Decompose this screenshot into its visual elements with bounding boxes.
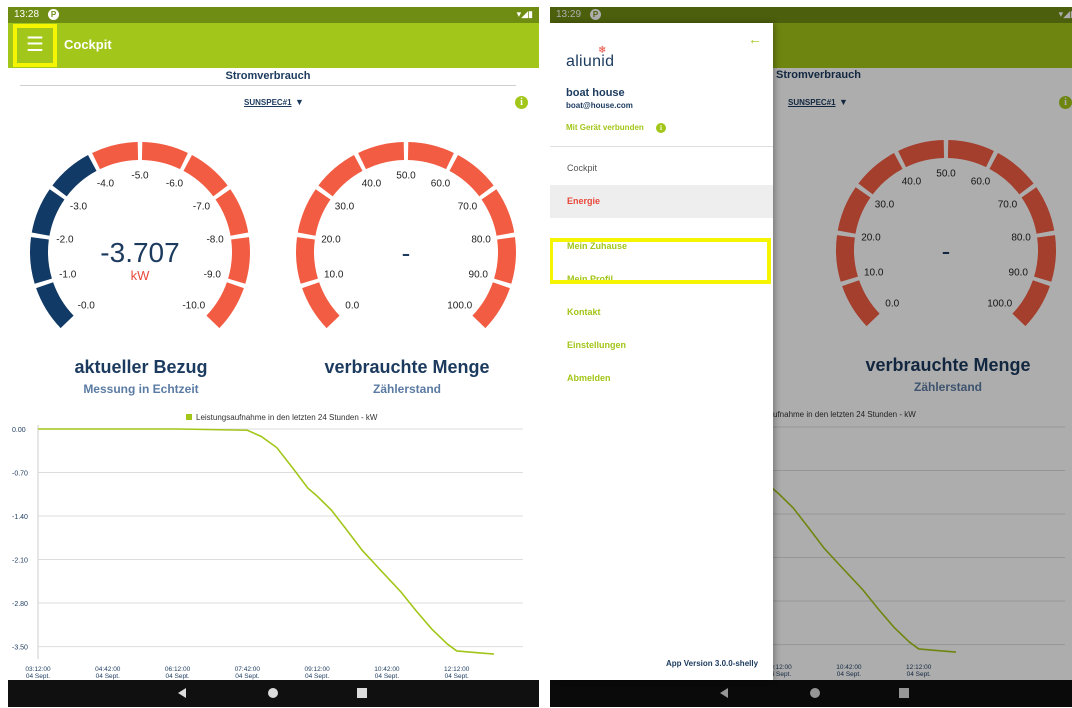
gauge-segment <box>297 189 331 236</box>
current-power-gauge: -0.0 -1.0 -2.0 -3.0 -4.0 -5.0 -6.0 -7.0 -8.0 -9.0… <box>20 132 270 352</box>
gauge-segment <box>31 189 65 236</box>
gauge-tick-label: 0.0 <box>345 300 360 312</box>
gauge-unit: kW <box>130 268 150 283</box>
x-tick-time: 09:12:00 <box>304 666 330 673</box>
gauge-title: aktueller Bezug <box>74 357 208 377</box>
x-tick-date: 04 Sept. <box>96 673 120 680</box>
menu-item-abmelden[interactable]: Abmelden <box>550 362 773 395</box>
gauge-segment <box>141 142 188 170</box>
x-tick-time: 04:42:00 <box>95 666 121 673</box>
menu-item-energie[interactable]: Energie <box>550 185 773 218</box>
gauge-segment <box>302 282 340 329</box>
notification-icon: P <box>48 9 59 20</box>
power-chart: 0.00-0.70-1.40-2.10-2.80-3.5003:12:0004 … <box>12 425 523 680</box>
gauge-segment <box>183 155 228 197</box>
aliunid-logo: aliunid <box>566 53 615 70</box>
user-name: boat house <box>566 87 625 99</box>
gauge-segment <box>481 189 515 236</box>
menu-item-kontakt[interactable]: Kontakt <box>550 296 773 329</box>
gauge-tick-label: -4.0 <box>96 178 115 190</box>
x-tick-date: 04 Sept. <box>445 673 469 680</box>
gauge-tick-label: 70.0 <box>457 201 478 213</box>
user-email: boat@house.com <box>566 101 633 110</box>
gauge-tick-label: 100.0 <box>447 300 473 312</box>
consumption-gauge: 0.0 10.0 20.0 30.0 40.0 50.0 60.0 70.0 80.0 90.0 1… <box>286 132 536 352</box>
menu-item-cockpit[interactable]: Cockpit <box>550 152 773 185</box>
gauge-segment <box>52 155 97 197</box>
gauge-segment <box>215 189 249 236</box>
gauge-segment <box>449 155 494 197</box>
gauge-segment <box>318 155 363 197</box>
gauge-tick-label: -0.0 <box>77 300 95 312</box>
info-icon[interactable]: i <box>515 96 528 109</box>
status-time: 13:28 <box>14 9 40 20</box>
x-tick-date: 04 Sept. <box>26 673 50 680</box>
gauge-tick-label: -5.0 <box>131 170 149 182</box>
gauge-segment <box>92 142 139 170</box>
recent-apps-icon[interactable] <box>357 688 367 698</box>
series-line <box>38 428 494 655</box>
highlight-box <box>550 238 771 284</box>
gauge-tick-label: 90.0 <box>468 269 488 281</box>
x-tick-date: 04 Sept. <box>235 673 259 680</box>
navigation-drawer: ← ❄ aliunid boat house boat@house.com Mi… <box>550 23 773 680</box>
gauge-value: - <box>401 238 411 268</box>
gauge-segment <box>407 142 454 170</box>
gauge-subtitle: Messung in Echtzeit <box>83 382 199 396</box>
gauge-tick-label: -10.0 <box>182 300 206 312</box>
y-tick-label: -0.70 <box>12 471 28 478</box>
x-tick-time: 10:42:00 <box>374 666 400 673</box>
y-tick-label: -1.40 <box>12 514 28 521</box>
gauge-tick-label: -6.0 <box>165 178 184 190</box>
home-icon[interactable] <box>268 688 278 698</box>
section-title: Stromverbrauch <box>20 70 516 86</box>
gauge-segment <box>358 142 405 170</box>
x-tick-time: 07:42:00 <box>235 666 261 673</box>
divider <box>550 146 773 147</box>
menu-item-einstellungen[interactable]: Einstellungen <box>550 329 773 362</box>
gauge-subtitle: Zählerstand <box>372 382 441 396</box>
gauge-tick-label: -3.0 <box>69 201 88 213</box>
legend-label: Leistungsaufnahme in den letzten 24 Stun… <box>196 413 378 422</box>
page-title: Cockpit <box>64 37 112 52</box>
hamburger-icon[interactable]: ☰ <box>13 24 57 67</box>
chevron-down-icon[interactable]: ▼ <box>295 97 304 107</box>
gauge-tick-label: -7.0 <box>192 201 211 213</box>
gauge-tick-label: 30.0 <box>334 201 355 213</box>
cockpit-screen: 13:28 P ▾◢▮ ☰ Cockpit Stromverbrauch SUN… <box>8 7 539 707</box>
app-version: App Version 3.0.0-shelly <box>666 659 759 668</box>
gauge-tick-label: 50.0 <box>396 170 416 182</box>
x-tick-date: 04 Sept. <box>165 673 189 680</box>
x-tick-time: 03:12:00 <box>25 666 51 673</box>
y-tick-label: 0.00 <box>12 427 26 434</box>
gauge-segment <box>206 282 244 329</box>
signal-battery-icon: ▾◢▮ <box>516 9 533 19</box>
drawer-screen: 13:29 P ▾◢▮ Stromverbrauch SUNSPEC#1 ▼ i… <box>550 7 1072 707</box>
gauge-title: verbrauchte Menge <box>324 357 490 377</box>
chart-legend: Leistungsaufnahme in den letzten 24 Stun… <box>186 413 377 422</box>
legend-swatch <box>186 414 192 420</box>
gauge-tick-label: 10.0 <box>323 269 344 281</box>
status-bar: 13:28 P ▾◢▮ <box>8 7 539 23</box>
android-nav-bar <box>8 680 539 707</box>
back-icon[interactable] <box>178 688 186 698</box>
x-tick-date: 04 Sept. <box>375 673 399 680</box>
gauge-value: -3.707 <box>100 237 180 268</box>
back-arrow-icon[interactable]: ← <box>748 31 762 47</box>
y-tick-label: -2.80 <box>12 601 28 608</box>
device-selector[interactable]: SUNSPEC#1 <box>244 98 292 107</box>
y-tick-label: -2.10 <box>12 558 28 565</box>
gauge-segment <box>36 282 74 329</box>
gauge-segment <box>472 282 510 329</box>
y-tick-label: -3.50 <box>12 645 28 652</box>
connection-status: Mit Gerät verbunden <box>566 123 644 132</box>
x-tick-date: 04 Sept. <box>305 673 329 680</box>
app-bar: ☰ Cockpit <box>8 23 539 68</box>
x-tick-time: 06:12:00 <box>165 666 191 673</box>
info-icon[interactable]: i <box>656 123 666 133</box>
gauge-tick-label: 40.0 <box>361 178 382 190</box>
x-tick-time: 12:12:00 <box>444 666 470 673</box>
gauge-tick-label: 60.0 <box>430 178 451 190</box>
